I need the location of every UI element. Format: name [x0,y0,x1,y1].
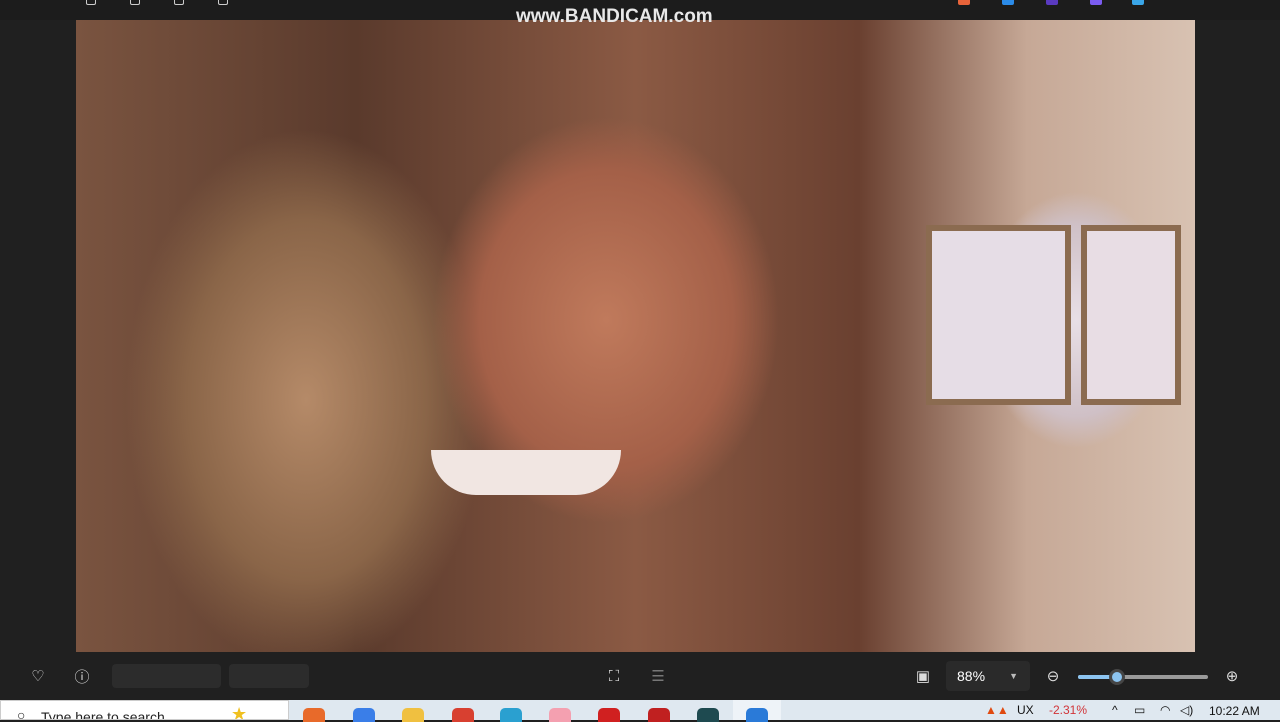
volume-icon[interactable]: ◁) [1180,703,1193,717]
chevron-down-icon: ▼ [1009,671,1018,681]
image-detail [431,450,621,495]
zoom-slider[interactable] [1078,669,1208,685]
visual-search-icon[interactable]: ⛶ [602,664,626,688]
clock-time[interactable]: 10:22 AM [1209,704,1260,718]
app-icon[interactable] [1046,0,1058,5]
photo-viewer-image [76,20,1195,652]
fit-to-window-icon[interactable]: ▣ [911,664,935,688]
app-icon[interactable] [1090,0,1102,5]
stock-symbol[interactable]: UX [1017,703,1034,717]
search-placeholder: Type here to search [41,709,165,720]
app-icon[interactable] [1002,0,1014,5]
placeholder-button[interactable] [229,664,309,688]
stock-change: -2.31% [1049,703,1088,717]
photos-active-tab[interactable] [733,700,781,722]
recording-watermark: www.BANDICAM.com [516,6,713,27]
zoom-level-value: 88% [957,668,986,684]
info-icon[interactable]: ⓘ [70,664,94,688]
toolbar-icon[interactable] [174,0,184,5]
search-icon: ○ [17,707,26,720]
placeholder-button[interactable] [112,664,221,688]
app-icon[interactable] [1132,0,1144,5]
toolbar-icon[interactable] [86,0,96,5]
favorite-heart-icon[interactable]: ♡ [26,664,50,688]
chevron-up-icon[interactable]: ^ [1112,703,1118,717]
wall-picture [1081,225,1181,405]
toolbar-icon[interactable] [130,0,140,5]
stock-icon: ▲▲ [985,703,1009,717]
zoom-out-icon[interactable]: ⊖ [1041,664,1065,688]
wall-picture [926,225,1071,405]
photo-toolbar: ♡ ⓘ ⛶ ☰ ▣ 88% ▼ ⊖ ⊕ [0,652,1280,700]
widget-star-icon: ★ [231,704,248,720]
taskbar: ○ Type here to search ★ ▲▲ UX -2.31% ^ ▭… [0,700,1280,722]
zoom-in-icon[interactable]: ⊕ [1220,664,1244,688]
battery-icon[interactable]: ▭ [1134,703,1145,717]
text-scan-icon[interactable]: ☰ [646,664,670,688]
wifi-icon[interactable]: ◠ [1160,703,1170,717]
app-icon[interactable] [958,0,970,5]
zoom-level-dropdown[interactable]: 88% ▼ [946,661,1030,691]
taskbar-search[interactable]: ○ Type here to search ★ [0,700,289,720]
toolbar-icon[interactable] [218,0,228,5]
zoom-slider-thumb[interactable] [1109,669,1125,685]
